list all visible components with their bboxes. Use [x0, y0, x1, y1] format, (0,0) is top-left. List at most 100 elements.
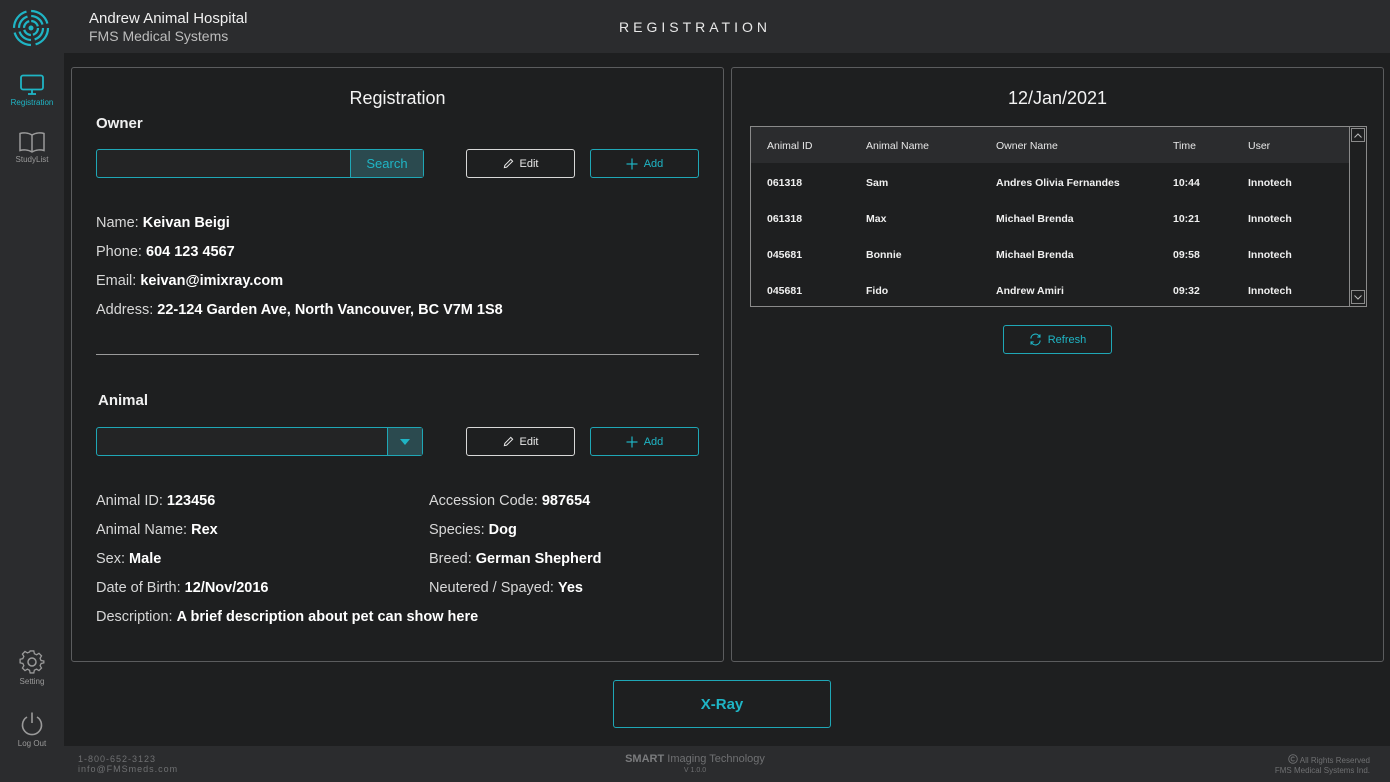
footer-company: FMS Medical Systems Ind. — [1274, 766, 1370, 775]
sidebar: Registration StudyList Setting Log Out — [0, 0, 64, 782]
animal-description-line: Description: A brief description about p… — [96, 609, 478, 625]
column-header: Owner Name — [996, 140, 1058, 152]
sidebar-item-registration[interactable]: Registration — [0, 74, 64, 107]
registration-table: Animal ID Animal Name Owner Name Time Us… — [750, 126, 1367, 307]
refresh-icon — [1030, 333, 1041, 346]
species-line: Species: Dog — [429, 522, 517, 538]
table-cell: Sam — [866, 177, 889, 189]
table-row[interactable]: 045681 Bonnie Michael Brenda 09:58 Innot… — [751, 236, 1349, 272]
top-header: Andrew Animal Hospital FMS Medical Syste… — [64, 0, 1390, 53]
animal-select-toggle[interactable] — [387, 428, 422, 455]
animal-add-button[interactable]: Add — [590, 427, 699, 456]
chevron-up-icon — [1354, 132, 1362, 138]
table-scrollbar[interactable] — [1349, 127, 1366, 306]
page-title: REGISTRATION — [619, 19, 771, 35]
owner-email-value: keivan@imixray.com — [140, 273, 284, 289]
column-header: Animal ID — [767, 140, 813, 152]
footer-brand-rest: Imaging Technology — [664, 753, 765, 765]
power-icon — [21, 712, 43, 736]
column-header: Time — [1173, 140, 1196, 152]
animal-name-line: Animal Name: Rex — [96, 522, 218, 538]
xray-button[interactable]: X-Ray — [613, 680, 831, 728]
sidebar-item-studylist[interactable]: StudyList — [0, 131, 64, 164]
table-cell: Max — [866, 213, 887, 225]
owner-name-value: Keivan Beigi — [142, 215, 230, 231]
owner-address-value: 22-124 Garden Ave, North Vancouver, BC V… — [157, 302, 503, 318]
table-cell: 10:44 — [1173, 177, 1200, 189]
footer-rights: All Rights Reserved FMS Medical Systems … — [1275, 754, 1370, 776]
daily-list-panel: 12/Jan/2021 Animal ID Animal Name Owner … — [731, 67, 1384, 662]
app-logo-icon — [12, 9, 50, 47]
registration-panel: Registration Owner Search Edit Add Name:… — [71, 67, 724, 662]
table-cell: 045681 — [767, 249, 803, 261]
table-cell: Bonnie — [866, 249, 902, 261]
animal-select[interactable] — [96, 427, 423, 456]
table-cell: Innotech — [1248, 213, 1292, 225]
table-header: Animal ID Animal Name Owner Name Time Us… — [751, 127, 1349, 163]
footer: 1-800-652-3123 info@FMSmeds.com SMART Im… — [64, 746, 1390, 782]
owner-search-button[interactable]: Search — [350, 150, 423, 177]
table-cell: 09:32 — [1173, 285, 1200, 297]
table-cell: Andres Olivia Fernandes — [996, 177, 1120, 189]
owner-search-input[interactable] — [97, 150, 350, 177]
table-cell: 061318 — [767, 177, 803, 189]
owner-name-label: Name: — [96, 215, 139, 231]
pencil-icon — [503, 436, 513, 447]
species-value: Dog — [488, 522, 517, 538]
scroll-down-button[interactable] — [1351, 290, 1365, 304]
owner-address-line: Address: 22-124 Garden Ave, North Vancou… — [96, 302, 503, 318]
table-row[interactable]: 045681 Fido Andrew Amiri 09:32 Innotech — [751, 272, 1349, 306]
footer-brand: SMART Imaging Technology — [64, 753, 1326, 765]
accession-code-value: 987654 — [541, 493, 591, 509]
book-icon — [19, 132, 45, 153]
animal-dob-value: 12/Nov/2016 — [184, 580, 269, 596]
table-row[interactable]: 061318 Sam Andres Olivia Fernandes 10:44… — [751, 164, 1349, 200]
animal-sex-value: Male — [129, 551, 162, 567]
registration-title: Registration — [349, 88, 446, 108]
table-cell: Michael Brenda — [996, 249, 1074, 261]
footer-rights-text: All Rights Reserved — [1299, 756, 1370, 765]
sidebar-item-setting[interactable]: Setting — [0, 649, 64, 686]
table-cell: Innotech — [1248, 249, 1292, 261]
sidebar-item-label: StudyList — [15, 155, 49, 164]
animal-edit-button[interactable]: Edit — [466, 427, 575, 456]
owner-edit-button[interactable]: Edit — [466, 149, 575, 178]
neutered-line: Neutered / Spayed: Yes — [429, 580, 583, 596]
animal-sex-label: Sex: — [96, 551, 126, 567]
footer-brand-bold: SMART — [625, 753, 665, 765]
section-divider — [96, 354, 699, 355]
sidebar-item-logout[interactable]: Log Out — [0, 711, 64, 748]
caret-down-icon — [400, 438, 410, 445]
animal-description-label: Description: — [96, 609, 173, 625]
table-cell: Andrew Amiri — [996, 285, 1064, 297]
column-header: Animal Name — [866, 140, 930, 152]
copyright-icon — [1288, 754, 1298, 764]
owner-email-line: Email: keivan@imixray.com — [96, 273, 283, 289]
table-row[interactable]: 061318 Max Michael Brenda 10:21 Innotech — [751, 200, 1349, 236]
owner-edit-label: Edit — [519, 157, 539, 170]
owner-section-label: Owner — [96, 115, 143, 132]
table-cell: 061318 — [767, 213, 803, 225]
animal-id-value: 123456 — [166, 493, 216, 509]
animal-edit-label: Edit — [519, 435, 539, 448]
owner-add-button[interactable]: Add — [590, 149, 699, 178]
animal-section-label: Animal — [98, 392, 149, 409]
table-cell: Fido — [866, 285, 889, 297]
column-header: User — [1248, 140, 1271, 152]
owner-add-label: Add — [643, 157, 664, 170]
table-cell: Michael Brenda — [996, 213, 1074, 225]
gear-icon — [19, 650, 45, 674]
owner-address-label: Address: — [96, 302, 154, 318]
owner-name-line: Name: Keivan Beigi — [96, 215, 230, 231]
animal-description-value: A brief description about pet can show h… — [176, 609, 479, 625]
scroll-up-button[interactable] — [1351, 128, 1365, 142]
accession-code-line: Accession Code: 987654 — [429, 493, 590, 509]
refresh-button[interactable]: Refresh — [1003, 325, 1112, 354]
footer-version: V 1.0.0 — [683, 767, 707, 774]
list-date: 12/Jan/2021 — [1007, 88, 1108, 108]
table-cell: 09:58 — [1173, 249, 1200, 261]
animal-dob-line: Date of Birth: 12/Nov/2016 — [96, 580, 269, 596]
breed-line: Breed: German Shepherd — [429, 551, 601, 567]
table-cell: 045681 — [767, 285, 803, 297]
sidebar-item-label: Setting — [19, 677, 45, 686]
